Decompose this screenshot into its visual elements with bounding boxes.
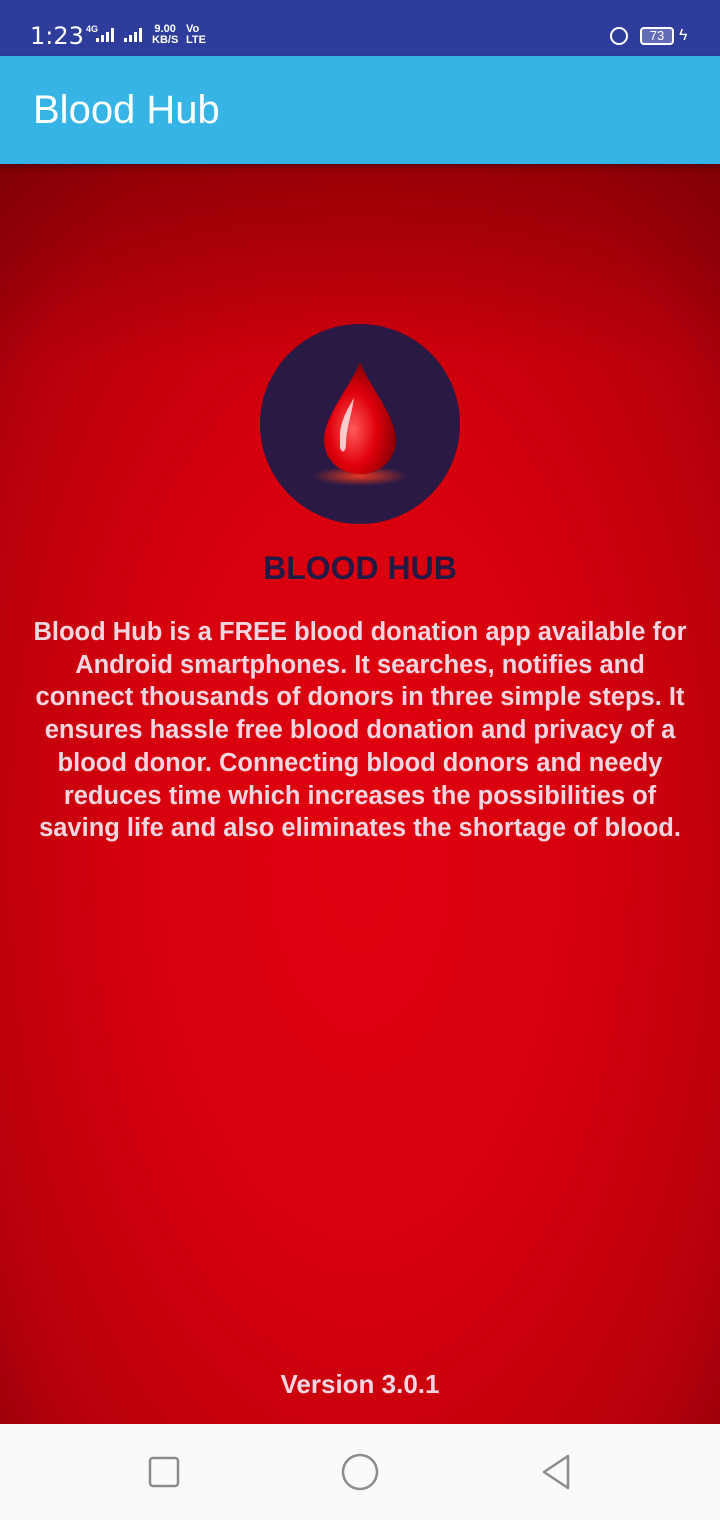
app-title: Blood Hub bbox=[33, 88, 220, 132]
network-speed: 9.00 KB/S bbox=[152, 24, 178, 46]
volte-bottom: LTE bbox=[186, 34, 206, 46]
app-description: Blood Hub is a FREE blood donation app a… bbox=[33, 618, 687, 843]
lock-rotation-icon bbox=[610, 27, 628, 45]
status-bar: 1:23 4G 9.00 KB/S Vo LTE 73 ϟ bbox=[0, 0, 720, 56]
about-screen: 1:23 4G 9.00 KB/S Vo LTE 73 ϟ Blood Hub bbox=[0, 0, 720, 1520]
recent-apps-icon[interactable] bbox=[144, 1452, 184, 1492]
about-content: BLOOD HUB Blood Hub is a FREE blood dona… bbox=[0, 164, 720, 1424]
home-icon[interactable] bbox=[340, 1452, 380, 1492]
battery-icon: 73 bbox=[640, 27, 674, 45]
status-time: 1:23 bbox=[30, 22, 84, 50]
version-label: Version 3.0.1 bbox=[280, 1369, 440, 1399]
blood-drop-icon bbox=[312, 362, 408, 486]
volte-indicator: Vo LTE bbox=[186, 24, 206, 46]
app-heading: BLOOD HUB bbox=[263, 550, 457, 586]
navigation-bar bbox=[0, 1424, 720, 1520]
speed-unit: KB/S bbox=[152, 34, 179, 46]
signal-icon bbox=[96, 28, 114, 42]
app-logo bbox=[260, 324, 460, 524]
signal-icon bbox=[124, 28, 142, 42]
charging-icon: ϟ bbox=[679, 27, 688, 44]
back-icon[interactable] bbox=[536, 1452, 576, 1492]
app-bar: Blood Hub bbox=[0, 56, 720, 164]
